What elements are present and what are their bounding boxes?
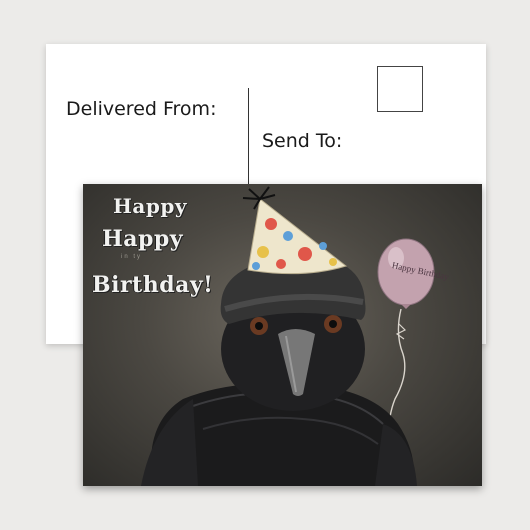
- send-to-label: Send To:: [262, 130, 343, 152]
- greeting-line-3: Birthday!: [92, 272, 214, 298]
- stamp-box: [377, 66, 423, 112]
- greeting-line-1: Happy: [113, 194, 187, 218]
- postcard-front: Happy Birthday Happy Happy in ty Birthda…: [83, 184, 482, 486]
- delivered-from-label: Delivered From:: [66, 98, 217, 120]
- greeting-small-text: in ty: [121, 254, 143, 260]
- greeting-line-2: Happy: [102, 226, 184, 252]
